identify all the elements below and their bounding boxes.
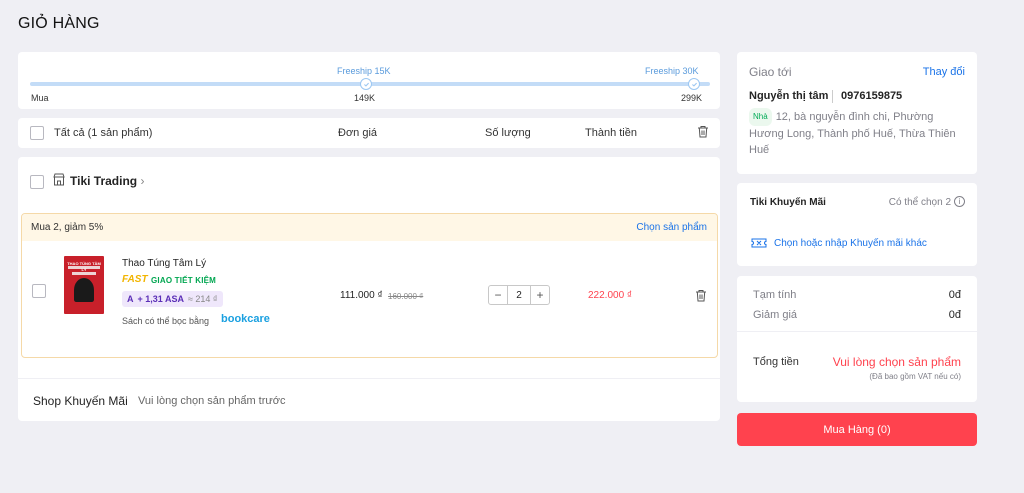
product-image[interactable]: THAO TÚNG TÂM LÝ (64, 256, 104, 314)
address-line: 12, bà nguyễn đình chi, Phường Hương Lon… (749, 111, 956, 156)
choose-coupon-link[interactable]: Chọn hoặc nhập Khuyến mãi khác (774, 238, 927, 249)
freeship-milestone-1-label: Freeship 15K (337, 66, 391, 76)
check-icon (688, 78, 700, 90)
seller-name-link[interactable]: Tiki Trading › (70, 174, 144, 188)
promo-text: Mua 2, giảm 5% (31, 222, 104, 233)
trash-icon[interactable] (697, 125, 709, 138)
seller-checkbox[interactable] (30, 175, 44, 189)
asa-approx: ≈ 214 ₫ (187, 294, 218, 304)
divider (737, 331, 977, 332)
choose-product-link[interactable]: Chọn sản phẩm (636, 222, 707, 233)
address-type-badge: Nhà (749, 108, 772, 126)
store-icon (53, 173, 65, 186)
original-price: 160.000 ₫ (388, 292, 424, 301)
trash-icon[interactable] (695, 289, 707, 302)
ticket-icon (751, 238, 767, 248)
decrease-quantity-button[interactable]: − (489, 286, 507, 304)
line-total-price: 222.000 ₫ (588, 290, 633, 301)
freeship-progress: Freeship 15K Freeship 30K Mua 149K 299K (18, 52, 720, 109)
total-label: Tổng tiền (753, 356, 799, 368)
seller-section: Tiki Trading › Mua 2, giảm 5% Chọn sản p… (18, 157, 720, 421)
address-title: Giao tới (749, 65, 792, 79)
divider (832, 90, 833, 103)
checkout-button[interactable]: Mua Hàng (0) (737, 413, 977, 446)
quantity-input[interactable]: 2 (507, 286, 531, 304)
select-all-checkbox[interactable] (30, 126, 44, 140)
order-summary: Tạm tính 0đ Giảm giá 0đ Tổng tiền Vui lò… (737, 276, 977, 402)
total-message: Vui lòng chọn sản phẩm (832, 355, 961, 369)
increase-quantity-button[interactable]: + (531, 286, 549, 304)
bookcare-note: Sách có thể bọc bằng (122, 316, 210, 326)
total-header: Thành tiền (585, 127, 637, 139)
coupon-choose-count: Có thể chọn 2 (888, 197, 951, 208)
product-group: Mua 2, giảm 5% Chọn sản phẩm THAO TÚNG T… (21, 213, 718, 358)
asa-reward-badge: A + 1,31 ASA ≈ 214 ₫ (122, 291, 223, 307)
coupon-title: Tiki Khuyến Mãi (750, 197, 826, 208)
unit-price-header: Đơn giá (338, 127, 378, 139)
recipient-phone: 0976159875 (841, 90, 903, 102)
vat-note: (Đã bao gồm VAT nếu có) (869, 372, 961, 381)
select-all-label: Tất cả (1 sản phẩm) (54, 127, 153, 139)
asa-icon: A (127, 294, 134, 304)
subtotal-value: 0đ (948, 289, 961, 301)
address-text: Nhà 12, bà nguyễn đình chi, Phường Hương … (749, 108, 969, 158)
discount-label: Giảm giá (753, 309, 798, 321)
chevron-right-icon: › (140, 174, 145, 188)
unit-price: 111.000 ₫ (340, 290, 383, 301)
promo-banner: Mua 2, giảm 5% Chọn sản phẩm (22, 214, 717, 241)
book-cover-title: THAO TÚNG TÂM LÝ (67, 261, 101, 272)
shop-promo-label: Shop Khuyến Mãi (33, 394, 128, 408)
quantity-header: Số lượng (485, 127, 531, 139)
divider (18, 378, 720, 379)
fast-delivery-label: GIAO TIẾT KIỆM (151, 276, 217, 285)
product-checkbox[interactable] (32, 284, 46, 298)
fast-badge: FAST (122, 274, 148, 285)
bookcare-logo: bookcare (221, 313, 270, 325)
cart-header: Tất cả (1 sản phẩm) Đơn giá Số lượng Thà… (18, 118, 720, 148)
quantity-stepper: − 2 + (488, 285, 550, 305)
freeship-milestone-2-label: Freeship 30K (645, 66, 699, 76)
asa-amount: + 1,31 ASA (137, 294, 184, 304)
freeship-milestone-1-value: 149K (354, 93, 376, 103)
recipient-name: Nguyễn thị tâm (749, 90, 829, 102)
info-icon[interactable]: i (954, 196, 965, 207)
shipping-address-card: Giao tới Thay đổi Nguyễn thị tâm 0976159… (737, 52, 977, 174)
coupon-card: Tiki Khuyến Mãi Có thể chọn 2 i Chọn hoặ… (737, 183, 977, 266)
page-title: GIỎ HÀNG (18, 15, 100, 32)
subtotal-label: Tạm tính (753, 289, 797, 301)
discount-value: 0đ (948, 309, 961, 321)
shop-promo-text: Vui lòng chọn sản phẩm trước (138, 395, 286, 407)
check-icon (360, 78, 372, 90)
freeship-milestone-2-value: 299K (681, 93, 703, 103)
freeship-start-label: Mua (31, 93, 49, 103)
product-name[interactable]: Thao Túng Tâm Lý (122, 258, 206, 269)
seller-name: Tiki Trading (70, 174, 138, 188)
change-address-link[interactable]: Thay đổi (923, 66, 965, 78)
